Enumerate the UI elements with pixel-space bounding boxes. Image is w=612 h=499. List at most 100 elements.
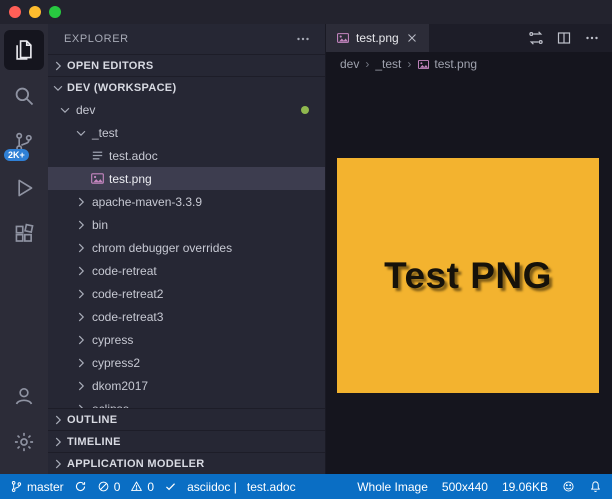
tab-actions bbox=[528, 24, 612, 52]
status-image-size[interactable]: 19.06KB bbox=[502, 480, 548, 494]
activity-bottom bbox=[4, 376, 44, 474]
status-warnings[interactable]: 0 bbox=[130, 480, 154, 494]
folder-row[interactable]: cypress bbox=[48, 328, 325, 351]
status-label: asciidoc | bbox=[187, 479, 237, 494]
breadcrumb-separator: › bbox=[407, 57, 412, 71]
branch-icon bbox=[10, 480, 23, 493]
chev-right-icon bbox=[51, 457, 65, 471]
panel-label: TIMELINE bbox=[67, 435, 121, 448]
activity-search[interactable] bbox=[4, 76, 44, 116]
status-image-dimensions[interactable]: 500x440 bbox=[442, 480, 488, 494]
image-icon bbox=[90, 171, 105, 186]
breadcrumb-label: test.png bbox=[434, 57, 478, 71]
activity-run-debug[interactable] bbox=[4, 168, 44, 208]
title-bar bbox=[0, 0, 612, 24]
tree-item-label: apache-maven-3.3.9 bbox=[92, 194, 203, 209]
chevron-down-icon bbox=[51, 81, 65, 95]
status-errors[interactable]: 0 bbox=[97, 479, 121, 494]
debug-icon bbox=[13, 177, 35, 199]
activity-explorer[interactable] bbox=[4, 30, 44, 70]
chev-right-icon bbox=[74, 379, 88, 393]
warning-icon bbox=[130, 480, 143, 493]
folder-row[interactable]: code-retreat3 bbox=[48, 305, 325, 328]
chev-right-icon bbox=[74, 264, 88, 278]
breadcrumb-item[interactable]: test.png bbox=[417, 57, 477, 71]
file-row[interactable]: test.png bbox=[48, 167, 325, 190]
smiley-icon bbox=[562, 480, 575, 493]
close-window-button[interactable] bbox=[9, 6, 21, 18]
folder-row[interactable]: _test bbox=[48, 121, 325, 144]
activity-items: 2K+ bbox=[4, 30, 44, 260]
file-tree: dev _test test.adoc test.png apache-maven-3.… bbox=[48, 98, 325, 408]
breadcrumb-separator: › bbox=[365, 57, 370, 71]
status-label: 500x440 bbox=[441, 479, 488, 494]
activity-extensions[interactable] bbox=[4, 214, 44, 254]
error-icon bbox=[97, 480, 110, 493]
folder-row[interactable]: dkom2017 bbox=[48, 374, 325, 397]
folder-row[interactable]: cypress2 bbox=[48, 351, 325, 374]
folder-row[interactable]: dev bbox=[48, 98, 325, 121]
file-row[interactable]: test.adoc bbox=[48, 144, 325, 167]
chev-right-icon bbox=[51, 435, 65, 449]
close-tab-icon[interactable] bbox=[405, 31, 419, 45]
status-label: master bbox=[27, 479, 64, 494]
breadcrumb-label: _test bbox=[375, 57, 402, 71]
activity-account[interactable] bbox=[4, 376, 44, 416]
badge-count: 2K+ bbox=[4, 149, 29, 161]
section-label: OPEN EDITORS bbox=[67, 59, 154, 72]
status-image-zoom[interactable]: Whole Image bbox=[357, 480, 428, 494]
section-workspace[interactable]: DEV (WORKSPACE) bbox=[48, 76, 325, 98]
status-notifications[interactable] bbox=[589, 480, 602, 493]
open-changes-icon[interactable] bbox=[528, 30, 544, 46]
folder-row[interactable]: apache-maven-3.3.9 bbox=[48, 190, 325, 213]
editor-area: test.png dev › _test › test.png Test PNG bbox=[326, 24, 612, 474]
image-preview: Test PNG bbox=[337, 158, 599, 393]
activity-bar: 2K+ bbox=[0, 24, 48, 474]
modified-dot bbox=[301, 105, 309, 114]
activity-settings[interactable] bbox=[4, 422, 44, 462]
panel-timeline[interactable]: TIMELINE bbox=[48, 430, 325, 452]
tree-item-label: cypress2 bbox=[92, 355, 141, 370]
more-actions-icon[interactable] bbox=[584, 30, 600, 46]
panel-label: APPLICATION MODELER bbox=[67, 457, 205, 470]
tree-item-label: test.png bbox=[109, 171, 152, 186]
panel-outline[interactable]: OUTLINE bbox=[48, 408, 325, 430]
split-editor-icon[interactable] bbox=[556, 30, 572, 46]
chev-right-icon bbox=[51, 413, 65, 427]
adoc-icon bbox=[90, 148, 105, 163]
status-feedback[interactable] bbox=[562, 480, 575, 493]
status-sync[interactable] bbox=[74, 480, 87, 493]
breadcrumb-item[interactable]: _test bbox=[375, 57, 401, 71]
activity-source-control[interactable]: 2K+ bbox=[4, 122, 44, 162]
tree-item-label: _test bbox=[92, 125, 119, 140]
tree-item-label: dev bbox=[76, 102, 96, 117]
status-git-branch[interactable]: master bbox=[10, 480, 64, 494]
folder-row[interactable]: chrom debugger overrides bbox=[48, 236, 325, 259]
more-actions-icon[interactable] bbox=[295, 31, 311, 47]
panel-application-modeler[interactable]: APPLICATION MODELER bbox=[48, 452, 325, 474]
status-label: 0 bbox=[113, 479, 121, 494]
chev-down-icon bbox=[58, 103, 72, 117]
status-bar: master 0 0 asciidoc | test.adoc Whole Image 5… bbox=[0, 474, 612, 499]
tab-bar: test.png bbox=[326, 24, 612, 52]
maximize-window-button[interactable] bbox=[49, 6, 61, 18]
minimize-window-button[interactable] bbox=[29, 6, 41, 18]
status-task-status[interactable] bbox=[164, 480, 177, 493]
sidebar-header: EXPLORER bbox=[48, 24, 325, 54]
tab-test-png[interactable]: test.png bbox=[326, 24, 429, 52]
status-language-mode[interactable]: asciidoc | bbox=[187, 480, 237, 494]
status-active-file[interactable]: test.adoc bbox=[247, 480, 296, 494]
breadcrumb-item[interactable]: dev bbox=[340, 57, 359, 71]
folder-row[interactable]: bin bbox=[48, 213, 325, 236]
image-icon bbox=[417, 58, 430, 71]
breadcrumb: dev › _test › test.png bbox=[326, 52, 612, 76]
folder-row[interactable]: code-retreat2 bbox=[48, 282, 325, 305]
gear-icon bbox=[13, 431, 35, 453]
section-open-editors[interactable]: OPEN EDITORS bbox=[48, 54, 325, 76]
main-area: 2K+ EXPLORER OPEN EDITORS DEV (WORKSPACE… bbox=[0, 24, 612, 474]
folder-row[interactable]: eclipse bbox=[48, 397, 325, 408]
chev-right-icon bbox=[74, 195, 88, 209]
folder-row[interactable]: code-retreat bbox=[48, 259, 325, 282]
status-left: master 0 0 asciidoc | test.adoc bbox=[10, 480, 296, 494]
preview-text: Test PNG bbox=[384, 254, 552, 296]
